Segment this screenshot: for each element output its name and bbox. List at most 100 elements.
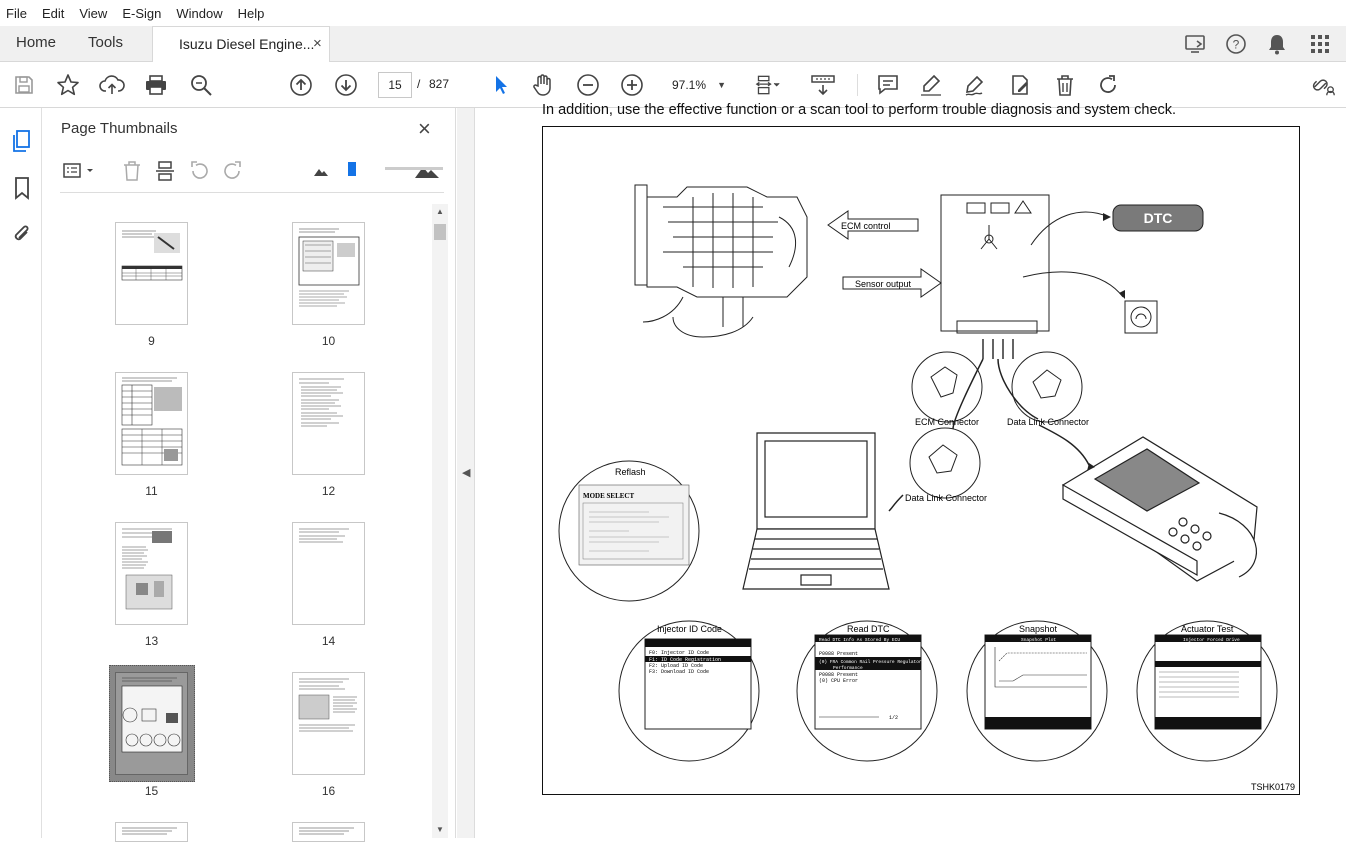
thumbnail-label: 15 [144,784,159,798]
dtc-line-3: Performance [833,665,863,671]
thumbnail-scrollbar-thumb[interactable] [434,224,446,240]
page-thumbnail[interactable] [115,372,188,475]
thumbnail-size-slider-track[interactable] [385,167,443,170]
snapshot-label: Snapshot [1019,624,1058,634]
panel-splitter[interactable]: ◀ [457,108,475,838]
thumbnail-label: 10 [321,334,336,348]
tab-home[interactable]: Home [16,34,56,51]
panel-close-icon[interactable]: × [418,116,431,142]
delete-icon[interactable] [1052,72,1078,98]
page-thumbnail[interactable] [115,522,188,625]
thumbnail-smaller-icon[interactable] [308,158,334,184]
save-icon[interactable] [11,72,37,98]
page-number-input[interactable]: 15 [378,72,412,98]
menu-file[interactable]: File [6,6,27,21]
page-thumbnails-icon[interactable] [9,128,35,154]
print-icon[interactable] [143,72,169,98]
ecm-control-label: ECM control [841,221,891,231]
injector-line-3: F3: Download ID Code [649,669,709,675]
tab-document[interactable]: Isuzu Diesel Engine... × [152,26,330,62]
thumbnail-label: 9 [148,334,155,348]
bookmarks-icon[interactable] [9,175,35,201]
help-icon[interactable]: ? [1223,31,1249,57]
page-thumbnail[interactable] [292,522,365,625]
page-thumbnail[interactable] [115,822,188,842]
thumbnail-scrollbar[interactable] [432,204,448,838]
tab-close-icon[interactable]: × [313,35,322,52]
thumbnail-label: 13 [144,634,159,648]
scroll-down-icon[interactable]: ▼ [432,822,448,836]
comment-icon[interactable] [875,72,901,98]
navigation-rail [0,108,42,838]
share-screen-icon[interactable] [1183,31,1209,57]
figure-illustration: ECM control Sensor output DTC ECM Connec… [558,184,1295,792]
zoom-level-select[interactable]: 97.1% ▼ [664,72,736,98]
read-dtc-label: Read DTC [847,624,890,634]
reflash-screen-title: MODE SELECT [583,492,634,500]
scrolling-mode-icon[interactable] [810,72,836,98]
zoom-in-icon[interactable] [619,72,645,98]
rotate-redo-icon[interactable] [1095,72,1121,98]
actuator-test-label: Actuator Test [1181,624,1234,634]
tab-document-title: Isuzu Diesel Engine... [179,36,315,52]
menu-edit[interactable]: Edit [42,6,64,21]
select-cursor-icon[interactable] [488,72,514,98]
svg-text:?: ? [1233,38,1240,52]
dtc-line-2: (0) FRA Common Rail Pressure Regulator [819,659,922,665]
insert-pages-icon[interactable] [152,158,178,184]
menu-view[interactable]: View [79,6,107,21]
apps-grid-icon[interactable] [1307,31,1333,57]
share-link-icon[interactable] [1311,72,1337,98]
notification-bell-icon[interactable] [1264,31,1290,57]
page-thumbnail-current[interactable] [115,672,188,775]
delete-pages-icon[interactable] [119,158,145,184]
page-thumbnail[interactable] [292,222,365,325]
data-link-connector-label-2: Data Link Connector [905,493,987,503]
draw-sign-icon[interactable] [962,72,988,98]
menu-window[interactable]: Window [176,6,222,21]
tab-tools[interactable]: Tools [88,34,123,51]
snapshot-title: Snapshot Plot [1021,637,1056,643]
page-thumbnail[interactable] [292,672,365,775]
thumbnail-options-menu-icon[interactable] [60,158,100,184]
document-view: In addition, use the effective function … [476,102,1346,838]
upload-cloud-icon[interactable] [99,72,125,98]
menu-esign[interactable]: E-Sign [122,6,161,21]
rotate-clockwise-icon[interactable] [220,158,246,184]
page-thumbnail[interactable] [292,372,365,475]
dtc-line-0: Read DTC Info As Stored By ECU [819,637,900,643]
actuator-title: Injector Forced Drive [1183,637,1240,643]
document-text-line: In addition, use the effective function … [542,102,1177,118]
attachments-paperclip-icon[interactable] [9,221,35,247]
reflash-label: Reflash [615,467,646,477]
edit-pdf-icon[interactable] [1007,72,1033,98]
thumbnail-larger-icon[interactable] [414,158,440,184]
previous-page-icon[interactable] [288,72,314,98]
scroll-up-icon[interactable]: ▲ [432,204,448,218]
thumbnail-label: 11 [145,484,158,498]
chevron-down-icon: ▼ [717,80,726,90]
bookmark-star-icon[interactable] [55,72,81,98]
collapse-panel-icon[interactable]: ◀ [462,466,470,479]
find-search-icon[interactable] [188,72,214,98]
rotate-counterclockwise-icon[interactable] [186,158,212,184]
page-thumbnail[interactable] [115,222,188,325]
highlight-pen-icon[interactable] [918,72,944,98]
fit-page-icon[interactable] [755,72,781,98]
menu-bar: File Edit View E-Sign Window Help [0,0,1346,26]
figure-diagnostic-system: ECM control Sensor output DTC ECM Connec… [542,126,1300,795]
injector-line-0: F0: Injector ID Code [649,650,709,656]
tab-bar: Home Tools Isuzu Diesel Engine... × ? [0,26,1346,62]
thumbnail-size-slider-handle[interactable] [348,162,356,176]
dtc-label: DTC [1144,210,1173,226]
ecm-connector-label: ECM Connector [915,417,979,427]
page-total: 827 [429,77,450,91]
hand-tool-icon[interactable] [530,72,556,98]
menu-help[interactable]: Help [238,6,265,21]
dtc-line-1: P0088 Present [819,651,858,657]
thumbnail-label: 14 [321,634,336,648]
sensor-output-label: Sensor output [855,279,912,289]
page-thumbnail[interactable] [292,822,365,842]
next-page-icon[interactable] [333,72,359,98]
zoom-out-icon[interactable] [575,72,601,98]
